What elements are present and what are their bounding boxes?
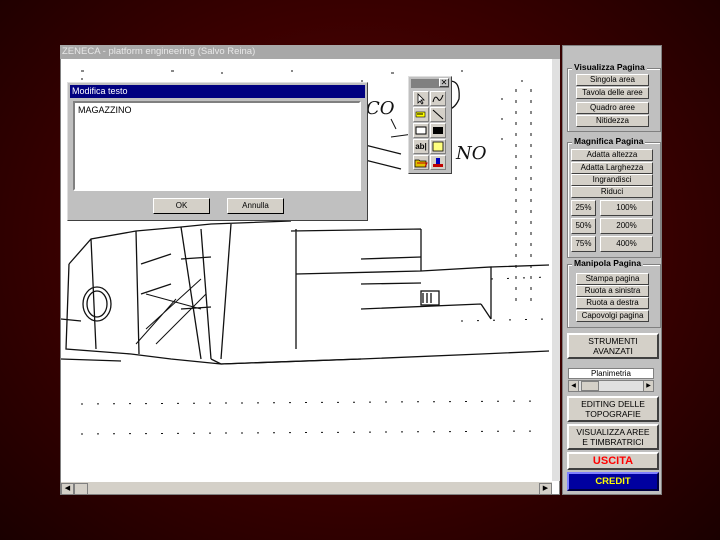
filled-rectangle-tool-icon[interactable] bbox=[430, 123, 446, 138]
edit-text-dialog: Modifica testo MAGAZZINO OK Annulla bbox=[67, 82, 368, 221]
line-tool-icon[interactable] bbox=[430, 107, 446, 122]
strumenti-avanzati-button[interactable]: STRUMENTI AVANZATI bbox=[567, 333, 659, 359]
credit-button[interactable]: CREDIT bbox=[567, 472, 659, 491]
freehand-tool-icon[interactable] bbox=[430, 91, 446, 106]
layer-select[interactable]: Planimetria bbox=[568, 368, 654, 379]
ingrandisci-button[interactable]: Ingrandisci bbox=[571, 174, 653, 186]
adatta-larghezza-button[interactable]: Adatta Larghezza bbox=[571, 162, 653, 174]
riduci-button[interactable]: Riduci bbox=[571, 186, 653, 198]
ruota-destra-button[interactable]: Ruota a destra bbox=[576, 297, 649, 309]
zoom-75-button[interactable]: 75% bbox=[571, 236, 596, 252]
handwriting-co: CO bbox=[366, 98, 395, 119]
text-tool-icon[interactable]: ab| bbox=[413, 139, 429, 154]
zoom-50-button[interactable]: 50% bbox=[571, 218, 596, 234]
scroll-thumb[interactable] bbox=[74, 483, 88, 495]
zoom-400-button[interactable]: 400% bbox=[600, 236, 653, 252]
scroll-right-arrow-icon[interactable]: ▶ bbox=[539, 483, 552, 495]
highlight-tool-icon[interactable] bbox=[413, 107, 429, 122]
open-folder-icon[interactable] bbox=[413, 155, 429, 170]
note-tool-icon[interactable] bbox=[430, 139, 446, 154]
layer-left-arrow-icon[interactable]: ◀ bbox=[569, 381, 579, 391]
ruota-sinistra-button[interactable]: Ruota a sinistra bbox=[576, 285, 649, 297]
zoom-100-button[interactable]: 100% bbox=[600, 200, 653, 216]
scroll-left-arrow-icon[interactable]: ◀ bbox=[61, 483, 74, 495]
drawing-toolbox: ✕ ab| bbox=[408, 76, 452, 174]
pointer-tool-icon[interactable] bbox=[413, 91, 429, 106]
stampa-pagina-button[interactable]: Stampa pagina bbox=[576, 273, 649, 285]
capovolgi-pagina-button[interactable]: Capovolgi pagina bbox=[576, 310, 649, 322]
dialog-text-field[interactable]: MAGAZZINO bbox=[73, 101, 361, 191]
zoom-200-button[interactable]: 200% bbox=[600, 218, 653, 234]
rectangle-tool-icon[interactable] bbox=[413, 123, 429, 138]
nitidezza-button[interactable]: Nitidezza bbox=[576, 115, 649, 127]
stamp-tool-icon[interactable] bbox=[430, 155, 446, 170]
group-title-visualizza: Visualizza Pagina bbox=[572, 62, 647, 72]
singola-area-button[interactable]: Singola area bbox=[576, 74, 649, 86]
window-title: ZENECA - platform engineering (Salvo Rei… bbox=[60, 45, 560, 59]
adatta-altezza-button[interactable]: Adatta altezza bbox=[571, 149, 653, 161]
control-panel: Visualizza Pagina Singola area Tavola de… bbox=[562, 45, 662, 495]
ok-button[interactable]: OK bbox=[153, 198, 210, 214]
dialog-title: Modifica testo bbox=[70, 85, 365, 98]
quadro-aree-button[interactable]: Quadro aree bbox=[576, 102, 649, 114]
group-title-manipola: Manipola Pagina bbox=[572, 258, 644, 268]
zoom-25-button[interactable]: 25% bbox=[571, 200, 596, 216]
layer-scroll-thumb[interactable] bbox=[581, 381, 599, 391]
editing-topografie-button[interactable]: EDITING DELLE TOPOGRAFIE bbox=[567, 396, 659, 422]
horizontal-scrollbar[interactable]: ◀ ▶ bbox=[61, 481, 552, 495]
uscita-button[interactable]: USCITA bbox=[567, 452, 659, 470]
visualizza-aree-button[interactable]: VISUALIZZA AREE E TIMBRATRICI bbox=[567, 424, 659, 450]
handwriting-no: NO bbox=[455, 143, 487, 164]
tavola-aree-button[interactable]: Tavola delle aree bbox=[576, 87, 649, 99]
cancel-button[interactable]: Annulla bbox=[227, 198, 284, 214]
layer-scrollbar[interactable]: ◀ ▶ bbox=[568, 380, 654, 392]
layer-right-arrow-icon[interactable]: ▶ bbox=[643, 381, 653, 391]
group-title-magnifica: Magnifica Pagina bbox=[572, 136, 646, 146]
close-icon[interactable]: ✕ bbox=[439, 78, 449, 87]
vertical-scrollbar[interactable] bbox=[552, 59, 560, 481]
